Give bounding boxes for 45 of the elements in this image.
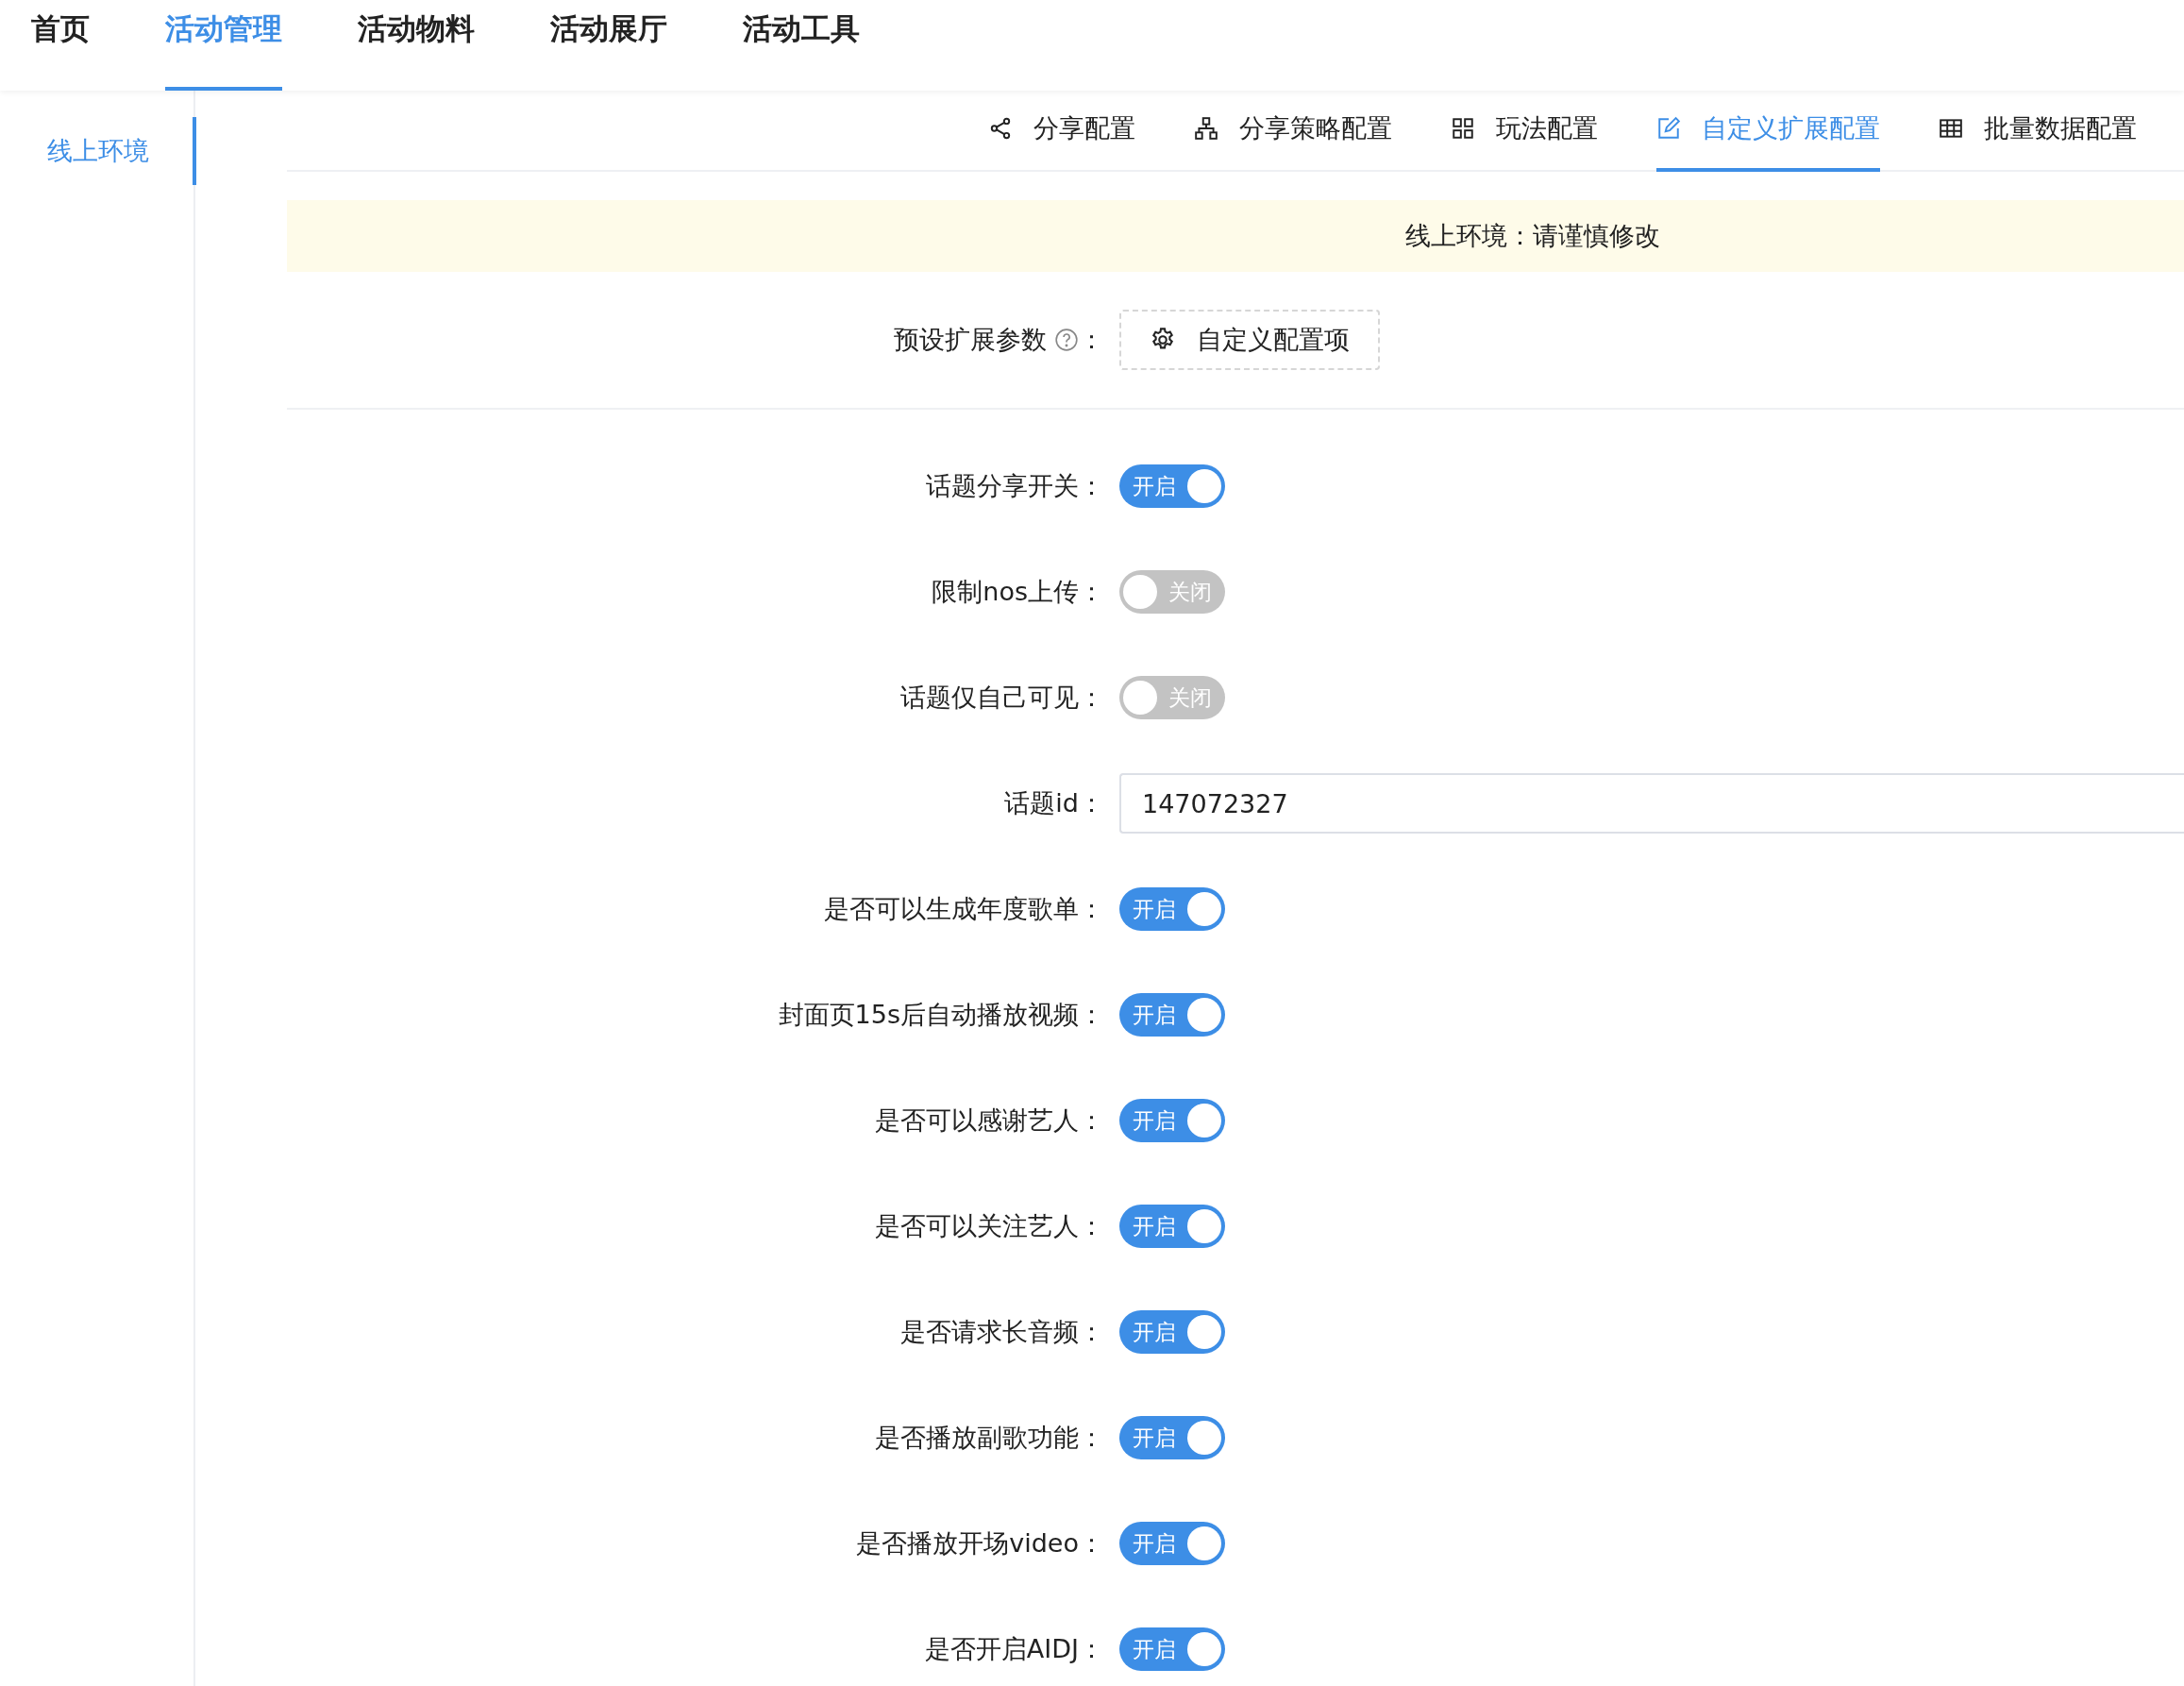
table-icon bbox=[1939, 116, 1963, 141]
tab[interactable]: 批量数据配置 bbox=[1939, 93, 2137, 172]
field-label: 是否播放副歌功能： bbox=[875, 1422, 1104, 1454]
grid-icon bbox=[1451, 116, 1475, 141]
field-label: 话题仅自己可见： bbox=[900, 682, 1104, 714]
field-label: 是否可以感谢艺人： bbox=[875, 1104, 1104, 1137]
field-label: 话题分享开关： bbox=[926, 470, 1104, 502]
toggle-switch[interactable]: 开启 bbox=[1119, 887, 1225, 931]
warning-text: 线上环境：请谨慎修改 bbox=[1405, 220, 1660, 252]
field-label: 是否请求长音频： bbox=[900, 1316, 1104, 1348]
sidebar-item[interactable]: 线上环境 bbox=[0, 117, 196, 185]
field-label: 是否可以关注艺人： bbox=[875, 1210, 1104, 1242]
field-label: 话题id： bbox=[1004, 787, 1104, 819]
toggle-switch[interactable]: 关闭 bbox=[1119, 676, 1225, 719]
toggle-switch[interactable]: 开启 bbox=[1119, 1522, 1225, 1565]
nav-link[interactable]: 活动物料 bbox=[358, 0, 475, 91]
field-label: 是否开启AIDJ： bbox=[924, 1633, 1104, 1665]
tab[interactable]: 分享策略配置 bbox=[1194, 93, 1392, 172]
field-label: 封面页15s后自动播放视频： bbox=[778, 999, 1104, 1031]
toggle-switch[interactable]: 开启 bbox=[1119, 1205, 1225, 1248]
nav-link[interactable]: 活动工具 bbox=[743, 0, 860, 91]
nav-link[interactable]: 首页 bbox=[31, 0, 90, 91]
tab[interactable]: 分享配置 bbox=[988, 93, 1135, 172]
toggle-switch[interactable]: 开启 bbox=[1119, 464, 1225, 508]
share-icon bbox=[988, 116, 1013, 141]
nav-link[interactable]: 活动管理 bbox=[165, 0, 282, 91]
field-label: 预设扩展参数 bbox=[894, 324, 1047, 356]
toggle-switch[interactable]: 开启 bbox=[1119, 1099, 1225, 1142]
tab[interactable]: 自定义扩展配置 bbox=[1656, 93, 1880, 172]
toggle-switch[interactable]: 关闭 bbox=[1119, 570, 1225, 614]
field-label: 是否可以生成年度歌单： bbox=[824, 893, 1104, 925]
toggle-switch[interactable]: 开启 bbox=[1119, 993, 1225, 1037]
tab[interactable]: 玩法配置 bbox=[1451, 93, 1598, 172]
help-icon[interactable] bbox=[1054, 328, 1079, 352]
toggle-switch[interactable]: 开启 bbox=[1119, 1416, 1225, 1459]
field-label: 限制nos上传： bbox=[932, 576, 1104, 608]
edit-icon bbox=[1656, 116, 1681, 141]
toggle-switch[interactable]: 开启 bbox=[1119, 1627, 1225, 1671]
field-label: 是否播放开场video： bbox=[856, 1527, 1104, 1560]
colon: ： bbox=[1079, 324, 1104, 356]
custom-config-button[interactable]: 自定义配置项 bbox=[1119, 310, 1380, 370]
hierarchy-icon bbox=[1194, 116, 1218, 141]
topic-id-field[interactable]: 147072327 bbox=[1119, 773, 2184, 834]
nav-link[interactable]: 活动展厅 bbox=[550, 0, 667, 91]
toggle-switch[interactable]: 开启 bbox=[1119, 1310, 1225, 1354]
